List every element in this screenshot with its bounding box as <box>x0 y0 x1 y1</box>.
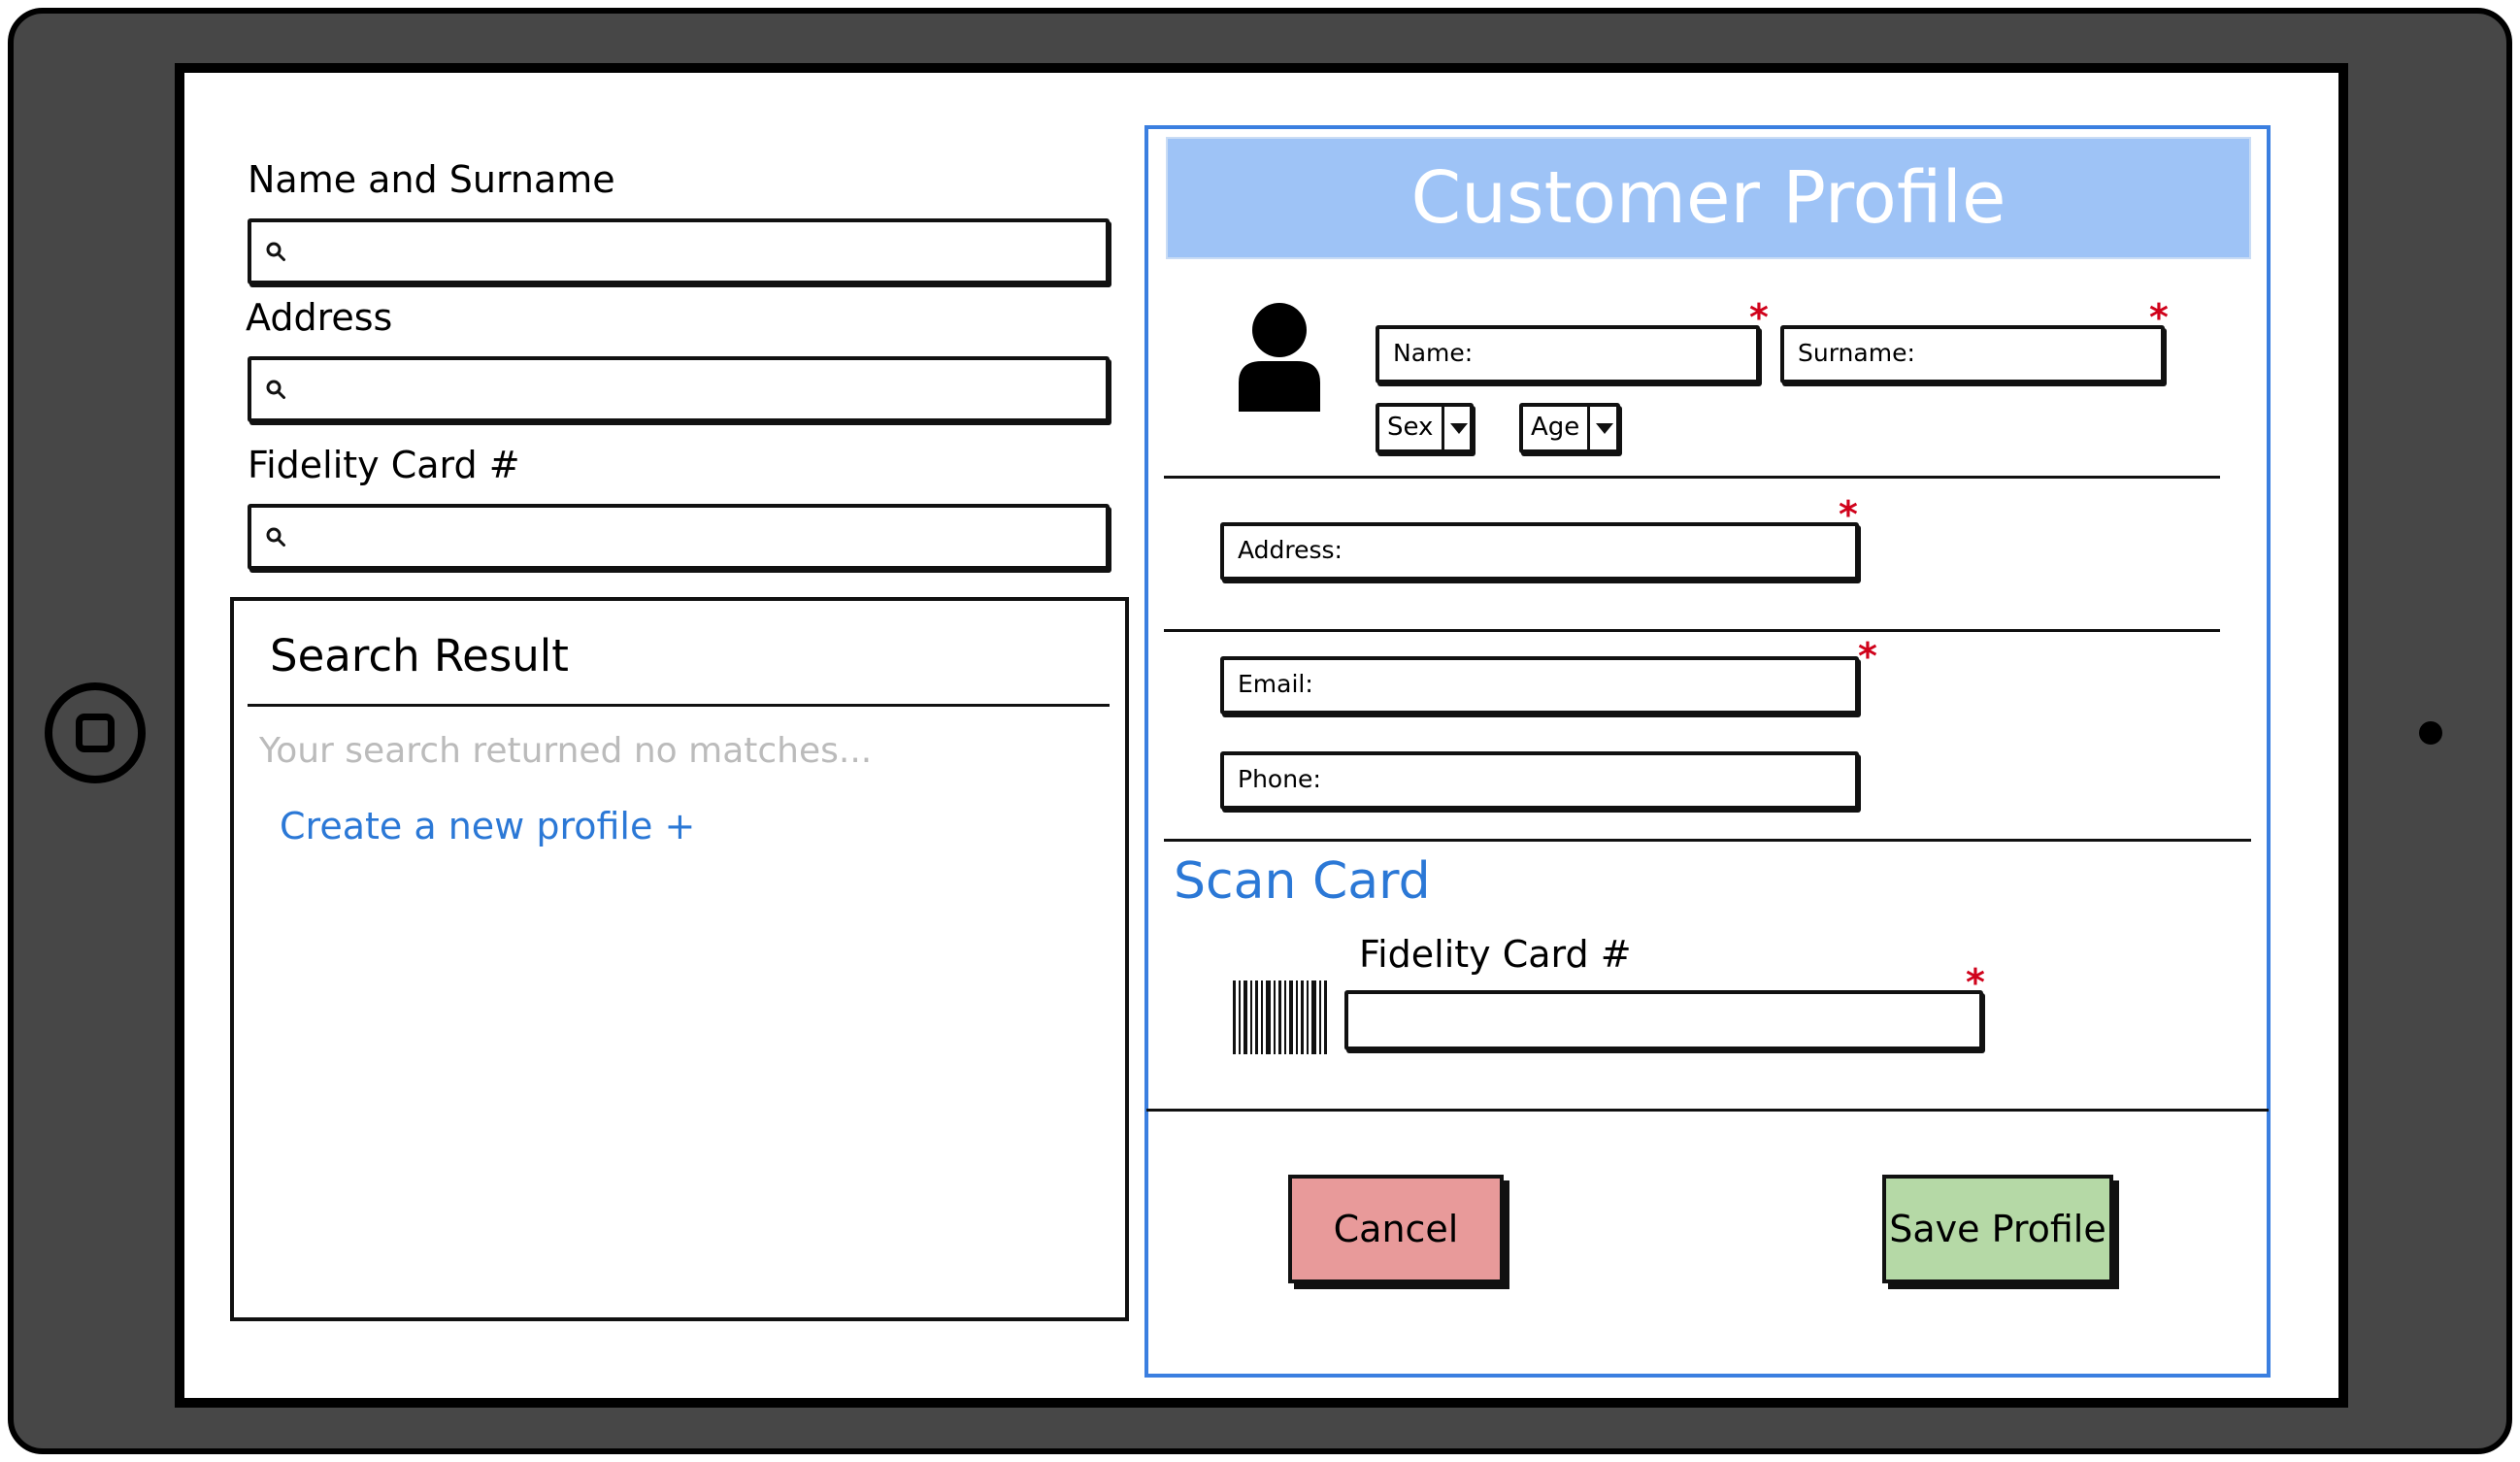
profile-card-label: Fidelity Card # <box>1359 933 1632 976</box>
age-dropdown[interactable]: Age <box>1519 403 1620 453</box>
name-field-label: Name: <box>1393 339 1474 367</box>
age-dropdown-separator <box>1587 407 1590 449</box>
chevron-down-icon <box>1596 423 1613 434</box>
name-surname-label: Name and Surname <box>248 158 615 201</box>
search-icon <box>266 527 285 547</box>
email-required-mark: * <box>1858 635 1877 678</box>
camera-dot <box>2419 721 2442 745</box>
section-divider-4 <box>1146 1109 2269 1112</box>
search-result-title: Search Result <box>270 630 569 681</box>
save-profile-button[interactable]: Save Profile <box>1882 1175 2113 1283</box>
age-dropdown-label: Age <box>1531 413 1580 442</box>
name-field[interactable]: Name: <box>1376 325 1760 383</box>
address-search-input[interactable] <box>248 356 1110 422</box>
address-label: Address <box>246 296 393 339</box>
cancel-button[interactable]: Cancel <box>1288 1175 1504 1283</box>
surname-field[interactable]: Surname: <box>1780 325 2165 383</box>
create-profile-link[interactable]: Create a new profile + <box>280 805 695 847</box>
sex-dropdown-separator <box>1442 407 1444 449</box>
surname-field-label: Surname: <box>1798 339 1915 367</box>
search-icon <box>266 242 285 261</box>
email-field[interactable]: Email: <box>1220 656 1859 714</box>
sex-dropdown[interactable]: Sex <box>1376 403 1474 453</box>
search-icon <box>266 380 285 399</box>
email-field-label: Email: <box>1238 670 1313 698</box>
phone-field[interactable]: Phone: <box>1220 751 1859 810</box>
profile-title: Customer Profile <box>1410 156 2006 240</box>
fidelity-card-label: Fidelity Card # <box>248 444 520 486</box>
barcode-icon[interactable] <box>1233 980 1330 1054</box>
section-divider-3 <box>1164 839 2251 842</box>
address-field-label: Address: <box>1238 536 1343 564</box>
section-divider-1 <box>1164 476 2220 479</box>
no-matches-message: Your search returned no matches... <box>259 731 873 771</box>
home-button-square <box>76 714 115 752</box>
address-field[interactable]: Address: <box>1220 522 1859 581</box>
section-divider-2 <box>1164 629 2220 632</box>
scan-card-heading: Scan Card <box>1174 852 1431 911</box>
user-avatar-icon <box>1239 303 1320 412</box>
results-divider <box>248 704 1110 707</box>
sex-dropdown-label: Sex <box>1387 413 1434 442</box>
phone-field-label: Phone: <box>1238 765 1321 793</box>
fidelity-card-field[interactable] <box>1344 990 1983 1050</box>
fidelity-card-search-input[interactable] <box>248 504 1110 570</box>
chevron-down-icon <box>1450 423 1468 434</box>
name-search-input[interactable] <box>248 218 1110 284</box>
